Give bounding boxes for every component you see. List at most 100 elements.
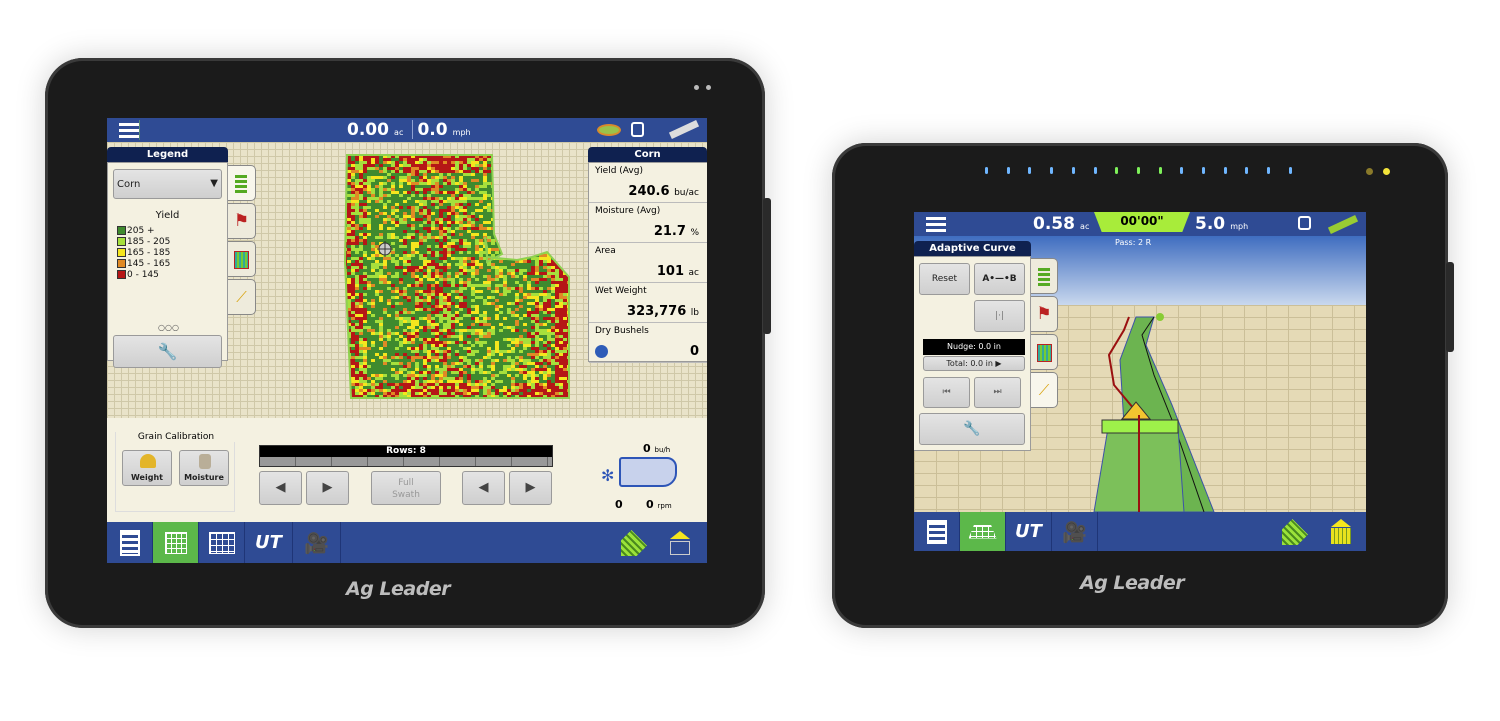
left-swath-increase-button[interactable]: ▶ (306, 471, 349, 505)
side-button[interactable] (763, 198, 771, 334)
tab-flags[interactable]: ⚑ (1031, 296, 1058, 332)
speed-unit: mph (1230, 222, 1249, 231)
crop-select[interactable]: Corn ▼ (113, 169, 222, 199)
refresh-icon[interactable] (595, 345, 608, 358)
field-operation-icon[interactable] (1282, 519, 1308, 545)
right-swath-decrease-button[interactable]: ◀ (462, 471, 505, 505)
legend-item: 0 - 145 (117, 270, 170, 281)
universal-terminal-tab[interactable]: UT (1006, 512, 1052, 551)
device-status-icon[interactable] (1298, 216, 1311, 230)
guidance-icon: ⟋ (1038, 381, 1050, 399)
yield-sensor-icon[interactable] (597, 124, 621, 136)
led-indicator (1006, 167, 1010, 174)
led-indicator (985, 167, 988, 174)
combine-status: 0 bu/h ✻ 0 0 rpm (597, 442, 707, 518)
shift-points-button[interactable]: |·| (974, 300, 1025, 332)
run-screen-tab[interactable] (914, 512, 960, 551)
document-icon (119, 529, 140, 556)
left-swath-decrease-button[interactable]: ◀ (259, 471, 302, 505)
summary-value: 0 (689, 344, 699, 359)
camera-icon: 🎥 (304, 530, 329, 555)
tab-flags[interactable]: ⚑ (228, 203, 256, 239)
legend-swatch (117, 248, 126, 257)
led-indicator (1223, 167, 1227, 174)
reset-button[interactable]: Reset (919, 263, 970, 295)
grid-icon (164, 531, 187, 554)
flow-unit: bu/h (654, 446, 671, 454)
legend-range: 0 - 145 (127, 270, 159, 280)
led-indicator (1050, 167, 1054, 174)
led-indicator (1158, 167, 1162, 174)
guidance-view-tab[interactable] (960, 512, 1006, 551)
fan-value: 0 (615, 498, 623, 511)
side-button[interactable] (1446, 262, 1454, 352)
tab-mapping[interactable] (228, 241, 256, 277)
menu-icon[interactable] (926, 217, 946, 220)
device-status-icon[interactable] (631, 122, 644, 137)
gps-satellite-icon[interactable] (668, 119, 700, 140)
map-tab[interactable] (153, 522, 199, 563)
field-map-icon (234, 251, 249, 269)
tab-legend[interactable] (1031, 258, 1058, 294)
weight-calibration-button[interactable]: Weight (122, 450, 172, 486)
area-unit: ac (1080, 222, 1090, 231)
legend-swatch (117, 226, 126, 235)
summary-unit: bu/ac (674, 188, 699, 198)
full-swath-button[interactable]: Full Swath (371, 471, 441, 505)
cross-track-error-indicator[interactable]: 00'00" (1094, 212, 1190, 232)
page-dots[interactable]: ○○○ (158, 323, 179, 332)
legend-range: 205 + (127, 226, 155, 236)
bin-icon[interactable] (1331, 519, 1351, 545)
wrench-icon: 🔧 (963, 421, 981, 437)
nudge-left-button[interactable]: ⏮ (923, 377, 970, 408)
summary-value: 323,776 (627, 304, 687, 319)
top-bar: 0.00 ac 0.0 mph (107, 118, 707, 142)
total-nudge-button[interactable]: Total: 0.0 in ▶ (923, 356, 1025, 371)
camera-tab[interactable]: 🎥 (293, 522, 341, 563)
led-indicator (1093, 167, 1097, 174)
led-indicator (1267, 167, 1271, 174)
moisture-jar-icon (199, 454, 211, 469)
summary-value: 240.6 (628, 184, 670, 199)
legend-item: 185 - 205 (117, 237, 170, 248)
right-swath-increase-button[interactable]: ▶ (509, 471, 552, 505)
nudge-right-button[interactable]: ⏭ (974, 377, 1021, 408)
summary-value: 21.7 (653, 224, 686, 239)
universal-terminal-tab[interactable]: UT (245, 522, 293, 563)
summary-unit: lb (690, 308, 699, 318)
grain-calibration-title: Grain Calibration (116, 432, 236, 442)
rpm-value: 0 (646, 498, 654, 511)
field-operation-icon[interactable] (621, 530, 647, 556)
legend-layer: Yield (155, 210, 180, 221)
crop-select-value: Corn (117, 179, 141, 190)
speed-value: 5.0 (1195, 214, 1226, 234)
split-map-tab[interactable] (199, 522, 245, 563)
summary-label: Moisture (Avg) (595, 206, 661, 216)
eject-icon[interactable] (670, 531, 690, 555)
tab-guidance[interactable]: ⟋ (1031, 372, 1058, 408)
summary-value: 101 (656, 264, 684, 279)
bottom-bar: UT 🎥 (107, 522, 707, 563)
run-screen-tab[interactable] (107, 522, 153, 563)
left-screen: 0.00 ac 0.0 mph Legend Corn ▼ Yield 205 … (107, 118, 707, 563)
settings-button[interactable]: 🔧 (113, 335, 222, 368)
gps-satellite-icon[interactable] (1327, 214, 1359, 235)
ab-line-button[interactable]: A•—•B (974, 263, 1025, 295)
summary-label: Dry Bushels (595, 326, 649, 336)
summary-unit: % (690, 228, 699, 238)
field-map-icon (1037, 344, 1052, 362)
menu-icon[interactable] (119, 123, 139, 126)
summary-title: Corn (588, 147, 707, 162)
led-indicator (1136, 167, 1140, 174)
tab-guidance[interactable]: ⟋ (228, 279, 256, 315)
tab-legend[interactable] (228, 165, 256, 201)
grain-calibration-group: Grain Calibration Weight Moisture (115, 432, 236, 512)
combine-icon (619, 457, 677, 487)
fan-icon: ✻ (601, 466, 615, 485)
document-icon (926, 519, 947, 544)
tab-mapping[interactable] (1031, 334, 1058, 370)
moisture-calibration-button[interactable]: Moisture (179, 450, 229, 486)
rows-label: Rows: 8 (386, 446, 426, 456)
settings-button[interactable]: 🔧 (919, 413, 1025, 445)
camera-tab[interactable]: 🎥 (1052, 512, 1098, 551)
